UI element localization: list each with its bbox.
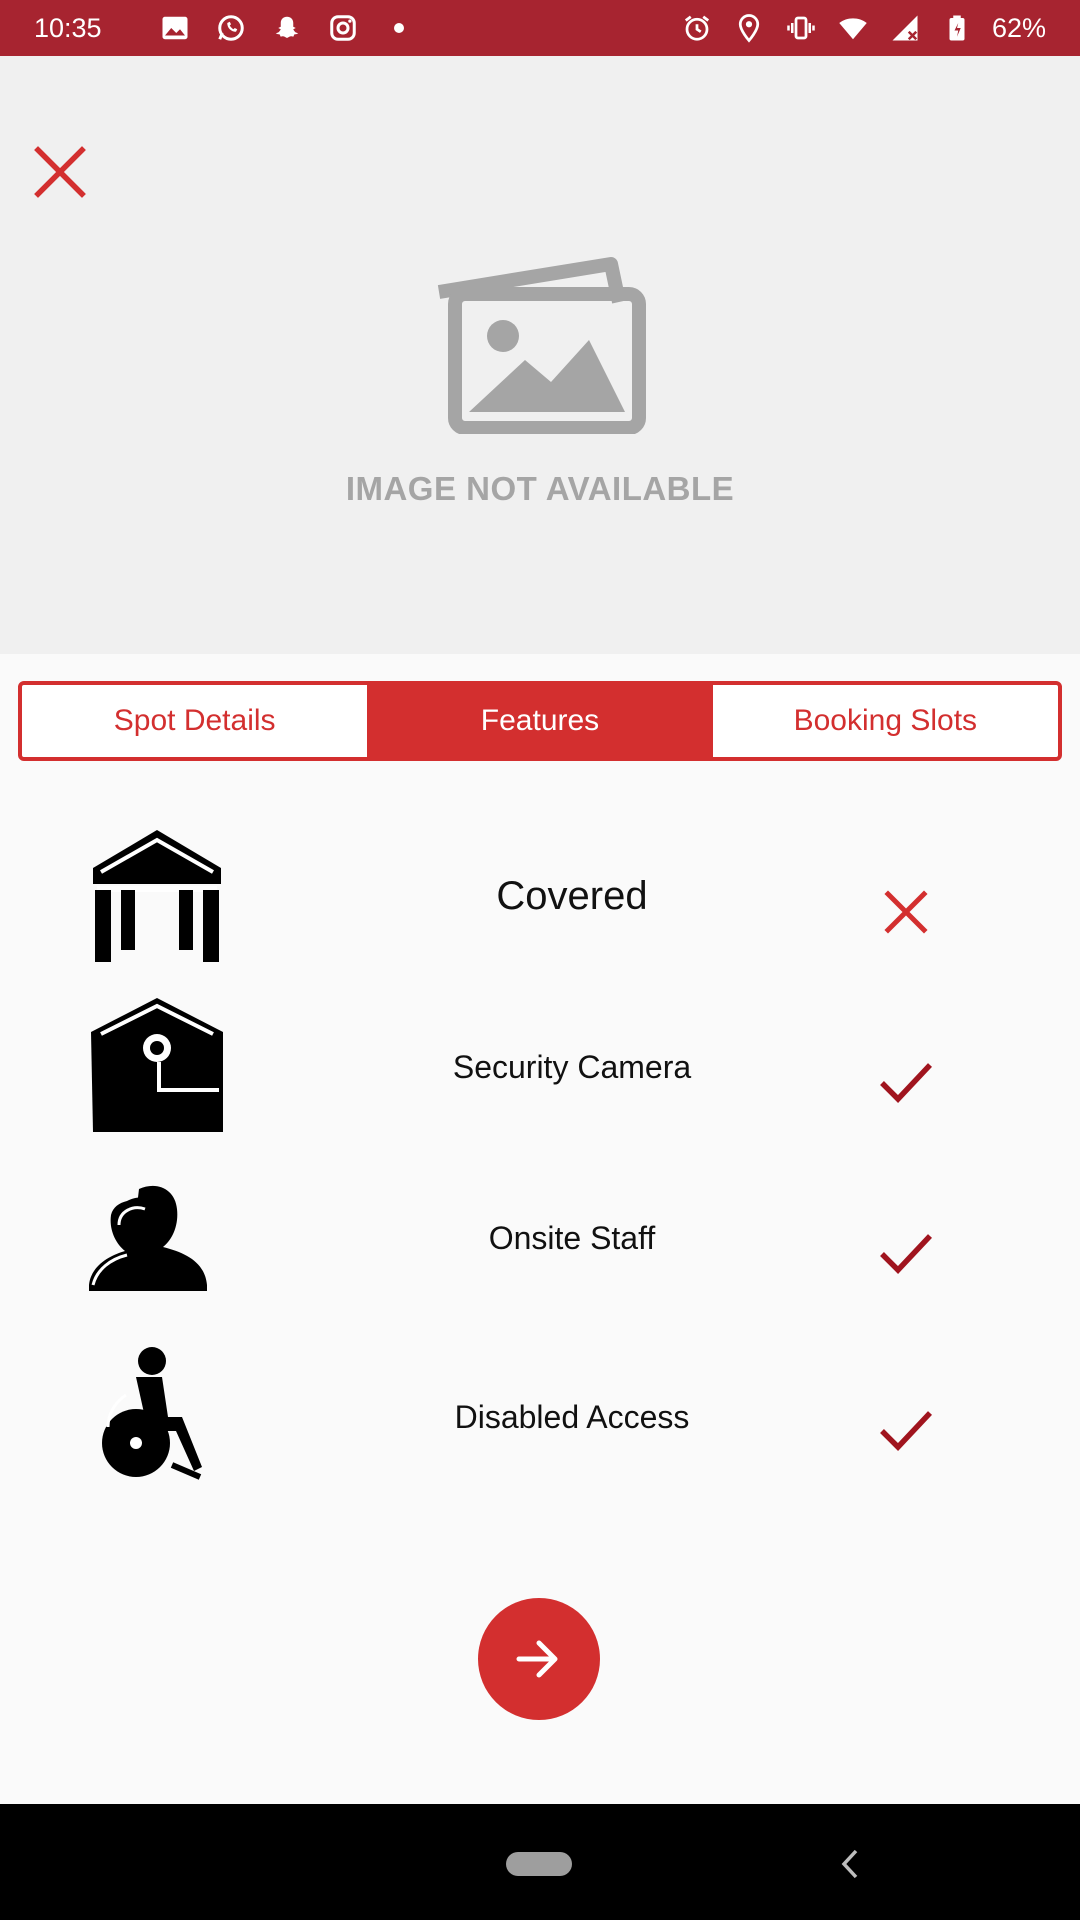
arrow-right-icon [516,1640,558,1678]
signal-icon [888,11,922,45]
feature-label: Covered [496,874,648,918]
feature-row-covered: Covered [0,800,1080,962]
wifi-icon [836,11,870,45]
covered-icon [82,826,232,966]
available-check-icon [868,1393,944,1469]
home-button[interactable] [506,1852,572,1876]
location-icon [732,11,766,45]
detail-tabs: Spot Details Features Booking Slots [18,681,1062,761]
available-check-icon [868,1216,944,1292]
feature-label: Security Camera [452,1049,692,1085]
close-button[interactable] [32,144,88,200]
battery-icon [940,11,974,45]
status-time: 10:35 [34,12,102,43]
disabled-access-icon [82,1345,232,1485]
instagram-icon [326,11,360,45]
vibrate-icon [784,11,818,45]
back-button[interactable] [830,1840,870,1888]
gallery-icon [158,11,192,45]
battery-percent: 62% [991,12,1046,43]
navigation-bar [0,1804,1080,1920]
back-chevron-icon [841,1849,858,1879]
unavailable-x-icon [868,874,944,950]
image-placeholder-icon [437,257,646,434]
feature-row-onsite-staff: Onsite Staff [0,1150,1080,1300]
feature-label: Disabled Access [454,1399,690,1435]
feature-row-disabled-access: Disabled Access [0,1325,1080,1480]
next-button[interactable] [478,1598,600,1720]
close-icon [34,146,86,198]
onsite-staff-icon [82,1168,232,1308]
image-not-available-text: IMAGE NOT AVAILABLE [345,470,735,507]
feature-label: Onsite Staff [488,1220,656,1256]
feature-row-security-camera: Security Camera [0,975,1080,1132]
dot-icon [382,11,416,45]
tab-spot-details[interactable]: Spot Details [22,685,367,757]
security-camera-icon [82,995,232,1135]
available-check-icon [868,1045,944,1121]
tab-booking-slots[interactable]: Booking Slots [713,685,1058,757]
whatsapp-icon [214,11,248,45]
snapchat-icon [270,11,304,45]
spot-image-area: IMAGE NOT AVAILABLE [0,56,1080,654]
status-bar: 10:35 62% [0,0,1080,56]
tab-features[interactable]: Features [367,681,713,761]
alarm-icon [680,11,714,45]
image-placeholder: IMAGE NOT AVAILABLE [0,252,1080,508]
